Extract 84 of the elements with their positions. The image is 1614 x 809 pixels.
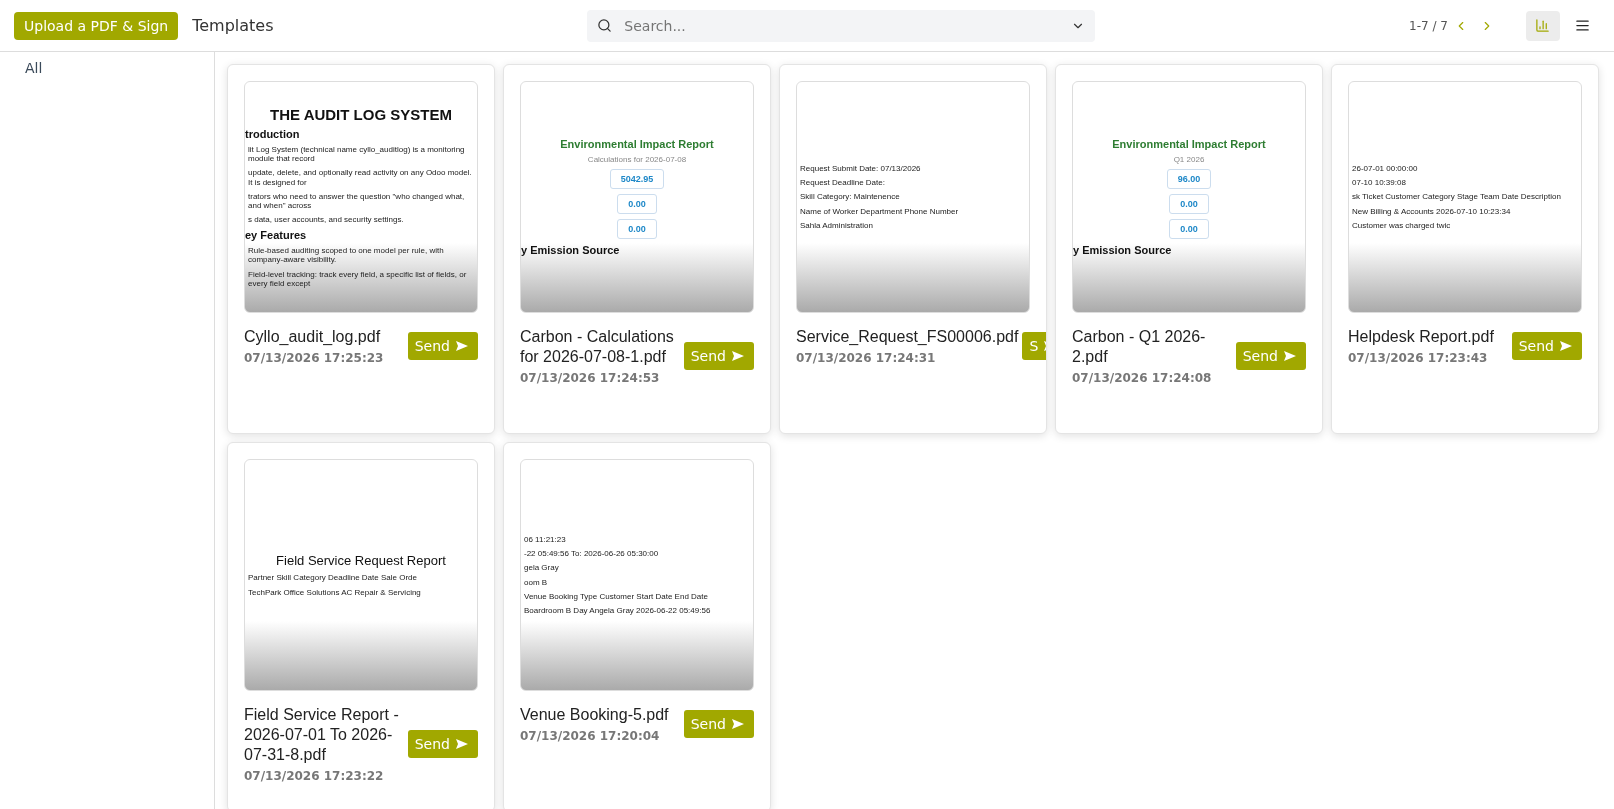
document-name: Carbon - Q1 2026-2.pdf <box>1072 327 1207 367</box>
preview-heading: y Emission Source <box>521 244 621 256</box>
send-icon <box>732 719 744 729</box>
chart-view-button[interactable] <box>1526 10 1560 41</box>
preview-title: Environmental Impact Report <box>1112 138 1266 150</box>
pager-text: 1-7 / 7 <box>1409 18 1448 33</box>
preview-text: s data, user accounts, and security settings. <box>247 215 405 225</box>
preview-stat: 0.00 <box>1169 219 1209 239</box>
preview-text: Request Submit Date: 07/13/2026 <box>799 164 922 174</box>
send-button[interactable]: Send <box>683 342 754 370</box>
send-button[interactable]: S <box>1022 332 1046 360</box>
document-name: Cyllo_audit_log.pdf <box>244 327 382 347</box>
preview-title: Environmental Impact Report <box>560 138 714 150</box>
document-date: 07/13/2026 17:25:23 <box>244 351 385 365</box>
preview-text: Partner Skill Category Deadline Date Sale Orde <box>247 573 418 583</box>
document-card[interactable] <box>227 64 495 434</box>
preview-text: sk Ticket Customer Category Stage Team Date Description <box>1351 192 1562 202</box>
preview-text: Name of Worker Department Phone Number <box>799 206 960 216</box>
document-card[interactable]: Request Submit Date: 07/13/2026 Request Deadline Date: Skill Category: Maintenence Name of Worker Department Phone Number Sahla Administration Service_Request_FS00006.pdf 07/13/2026 17:24:31 S <box>779 64 1047 434</box>
document-date: 07/13/2026 17:23:22 <box>244 769 385 783</box>
send-icon <box>732 351 744 361</box>
preview-text: Customer was charged twic <box>1351 220 1452 230</box>
preview-stat: 0.00 <box>617 219 657 239</box>
search-input[interactable]: Search... <box>622 16 1062 35</box>
preview-subtitle: Q1 2026 <box>1173 155 1205 164</box>
preview-text: Field-level tracking: track every field, a specific list of fields, or every field except <box>247 269 468 289</box>
document-date: 07/13/2026 17:24:53 <box>520 371 661 385</box>
send-button[interactable]: Send <box>407 332 478 360</box>
document-name: Venue Booking-5.pdf <box>520 705 670 725</box>
document-name: Service_Request_FS00006.pdf <box>796 327 1019 347</box>
send-icon <box>1284 351 1296 361</box>
preview-text: Rule-based auditing scoped to one model per rule, with company-aware visibility. <box>247 246 445 265</box>
upload-button[interactable]: Upload a PDF & Sign <box>14 11 179 40</box>
page-title: Templates <box>192 16 274 35</box>
search-field[interactable]: Search... <box>587 9 1096 42</box>
preview-stat: 0.00 <box>1169 194 1209 214</box>
document-card[interactable]: Environmental Impact Report Calculations for 2026-07-08 5042.95 0.00 0.00 y Emission Source Carbon - Calculations for 2026-07-08-1.pdf 07/13/2026 17:24:53 Send <box>503 64 771 434</box>
preview-text: Boardroom B Day Angela Gray 2026-06-22 05:49:56 <box>523 605 712 616</box>
search-icon <box>597 18 613 33</box>
preview-stat: 96.00 <box>1166 169 1212 189</box>
send-button[interactable]: Send <box>1235 342 1306 370</box>
preview-text: Sahla Administration <box>799 220 874 230</box>
preview-title: THE AUDIT LOG SYSTEM <box>270 105 452 123</box>
preview-text: 07-10 10:39:08 <box>1351 178 1407 188</box>
document-name: Helpdesk Report.pdf <box>1348 327 1495 347</box>
preview-heading: troduction <box>245 127 301 140</box>
preview-text: New Billing & Accounts 2026-07-10 10:23:34 <box>1351 206 1512 216</box>
send-button[interactable]: Send <box>1511 332 1582 360</box>
list-icon <box>1575 18 1591 33</box>
send-button[interactable]: Send <box>683 710 754 738</box>
document-date: 07/13/2026 17:24:08 <box>1072 371 1213 385</box>
preview-text: 26-07-01 00:00:00 <box>1351 164 1419 174</box>
document-card[interactable] <box>503 442 771 809</box>
preview-text: oom B <box>523 577 549 587</box>
preview-heading: ey Features <box>245 229 308 242</box>
preview-text: trators who need to answer the question "who changed what, and when" across <box>247 191 466 211</box>
preview-text: Skill Category: Maintenence <box>799 192 901 202</box>
send-icon <box>1560 341 1572 351</box>
preview-title: Field Service Request Report <box>276 553 446 569</box>
document-card[interactable] <box>1331 64 1599 434</box>
send-button[interactable]: Send <box>407 730 478 758</box>
preview-text: 06 11:21:23 <box>523 534 567 545</box>
document-card[interactable] <box>227 442 495 809</box>
preview-text: Venue Booking Type Customer Start Date End Date <box>523 591 709 601</box>
preview-subtitle: Calculations for 2026-07-08 <box>587 155 687 164</box>
preview-stat: 5042.95 <box>609 169 665 189</box>
document-name: Carbon - Calculations for 2026-07-08-1.pdf <box>520 327 675 367</box>
preview-text: Request Deadline Date: <box>799 178 886 188</box>
preview-text: -22 05:49:56 To: 2026-06-26 05:30:00 <box>523 549 660 559</box>
preview-text: update, delete, and optionally read activity on any Odoo model. It is designed for <box>247 168 473 187</box>
send-icon <box>456 739 468 749</box>
document-card[interactable]: Environmental Impact Report Q1 2026 96.00 0.00 0.00 y Emission Source Carbon - Q1 2026-2.pdf 07/13/2026 17:24:08 Send <box>1055 64 1323 434</box>
bar-chart-icon <box>1535 18 1551 33</box>
document-date: 07/13/2026 17:20:04 <box>520 729 661 743</box>
document-name: Field Service Report - 2026-07-01 To 2026-07-31-8.pdf <box>244 705 400 765</box>
send-icon <box>456 341 468 351</box>
preview-text: TechPark Office Solutions AC Repair & Servicing <box>247 587 422 597</box>
preview-stat: 0.00 <box>617 194 657 214</box>
sidebar-item[interactable]: All <box>0 60 214 76</box>
preview-text: gela Gray <box>523 563 560 573</box>
preview-heading: y Emission Source <box>1073 244 1173 256</box>
document-date: 07/13/2026 17:23:43 <box>1348 351 1489 365</box>
preview-text: lit Log System (technical name cyllo_auditlog) is a monitoring module that record <box>247 144 466 164</box>
document-date: 07/13/2026 17:24:31 <box>796 351 937 365</box>
